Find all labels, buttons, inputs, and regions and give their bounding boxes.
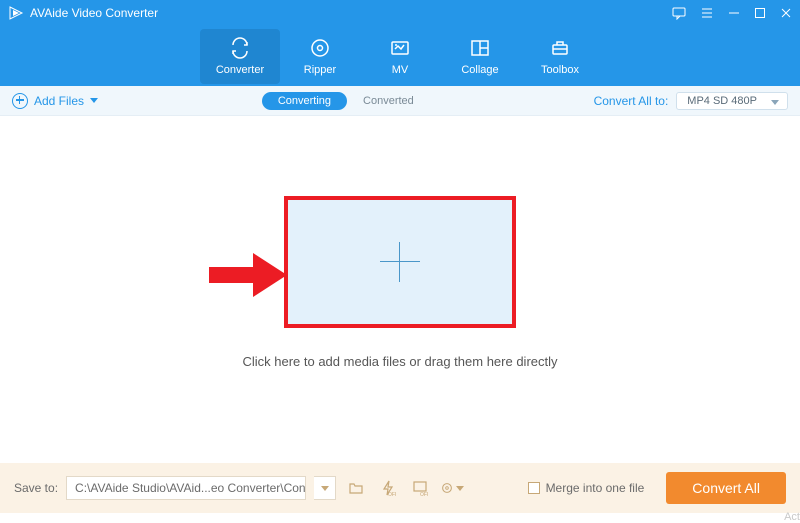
add-media-dropzone[interactable] — [284, 196, 516, 328]
menu-icon[interactable] — [700, 6, 714, 20]
ripper-icon — [309, 36, 331, 60]
converter-icon — [229, 36, 251, 60]
gpu-accel-button[interactable]: OFF — [376, 476, 400, 500]
maximize-icon[interactable] — [754, 7, 766, 19]
save-path-field[interactable]: C:\AVAide Studio\AVAid...eo Converter\Co… — [66, 476, 306, 500]
settings-button[interactable] — [440, 476, 464, 500]
collage-icon — [469, 36, 491, 60]
save-path-dropdown[interactable] — [314, 476, 336, 500]
activation-watermark: Act — [784, 511, 800, 523]
toolbox-icon — [549, 36, 571, 60]
close-icon[interactable] — [780, 7, 792, 19]
bottom-bar: Save to: C:\AVAide Studio\AVAid...eo Con… — [0, 463, 800, 513]
format-value: MP4 SD 480P — [687, 95, 757, 107]
convert-all-to: Convert All to: MP4 SD 480P — [594, 92, 788, 110]
plus-icon — [380, 242, 420, 282]
tab-converter[interactable]: Converter — [200, 29, 280, 84]
toolbar: Add Files Converting Converted Convert A… — [0, 86, 800, 116]
feedback-icon[interactable] — [672, 6, 686, 20]
subtab-converted[interactable]: Converted — [347, 92, 430, 110]
sub-tabs: Converting Converted — [262, 92, 430, 110]
tab-label: MV — [392, 64, 409, 76]
tab-ripper[interactable]: Ripper — [280, 29, 360, 84]
add-files-label: Add Files — [34, 94, 84, 108]
main-tabs: Converter Ripper MV Collage Toolbox — [0, 26, 800, 86]
tab-label: Ripper — [304, 64, 336, 76]
tab-label: Collage — [461, 64, 498, 76]
dropzone-hint: Click here to add media files or drag th… — [242, 354, 557, 369]
open-folder-button[interactable] — [344, 476, 368, 500]
tab-collage[interactable]: Collage — [440, 29, 520, 84]
tab-label: Converter — [216, 64, 264, 76]
checkbox-icon — [528, 482, 540, 494]
main-area: Click here to add media files or drag th… — [0, 116, 800, 448]
tab-mv[interactable]: MV — [360, 29, 440, 84]
merge-checkbox[interactable]: Merge into one file — [528, 481, 645, 495]
tab-label: Toolbox — [541, 64, 579, 76]
plus-circle-icon — [12, 93, 28, 109]
save-to-label: Save to: — [14, 481, 58, 495]
add-files-button[interactable]: Add Files — [12, 93, 98, 109]
app-logo-icon — [8, 5, 24, 21]
subtab-converting[interactable]: Converting — [262, 92, 347, 110]
mv-icon — [389, 36, 411, 60]
app-title: AVAide Video Converter — [30, 6, 158, 20]
minimize-icon[interactable] — [728, 7, 740, 19]
chevron-down-icon — [90, 98, 98, 103]
chevron-down-icon — [456, 486, 464, 491]
svg-text:OFF: OFF — [388, 492, 396, 496]
title-bar: AVAide Video Converter — [0, 0, 800, 26]
window-controls — [672, 6, 792, 20]
svg-text:OFF: OFF — [420, 492, 428, 496]
output-format-select[interactable]: MP4 SD 480P — [676, 92, 788, 110]
title-left: AVAide Video Converter — [8, 5, 158, 21]
chevron-down-icon — [321, 486, 329, 491]
merge-label: Merge into one file — [546, 481, 645, 495]
convert-all-to-label: Convert All to: — [594, 94, 669, 108]
annotation-arrow-icon — [209, 253, 287, 297]
chevron-down-icon — [771, 100, 779, 105]
high-speed-button[interactable]: OFF — [408, 476, 432, 500]
convert-all-button[interactable]: Convert All — [666, 472, 786, 504]
tab-toolbox[interactable]: Toolbox — [520, 29, 600, 84]
